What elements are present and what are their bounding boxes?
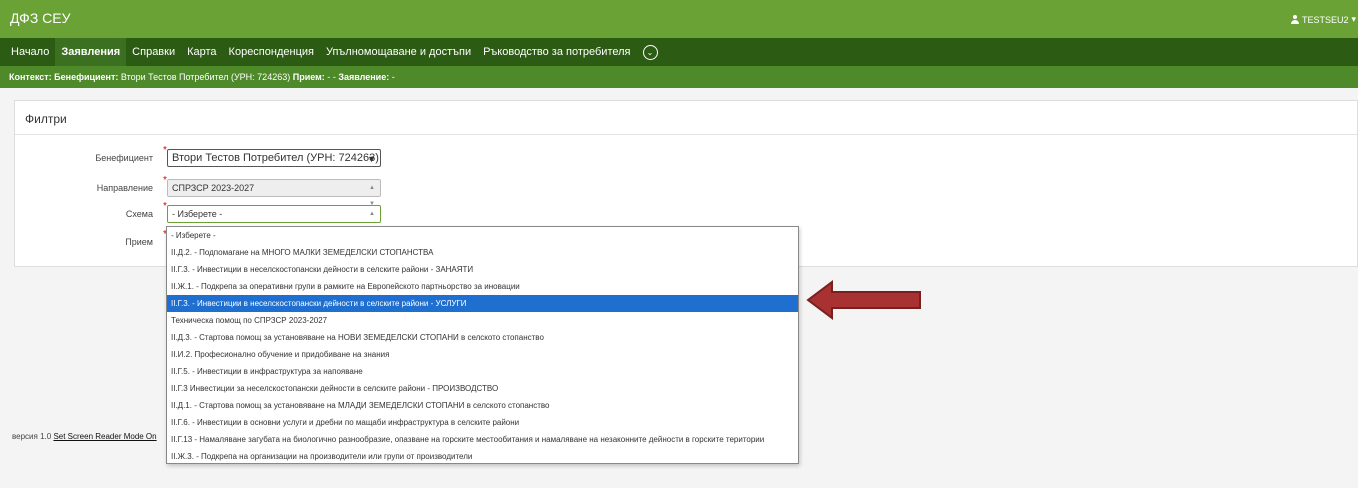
beneficiary-select-value: Втори Тестов Потребител (УРН: 724263): [172, 152, 379, 164]
nav-item-user-guide[interactable]: Ръководство за потребителя: [477, 38, 636, 66]
dropdown-option[interactable]: II.И.2. Професионално обучение и придоби…: [167, 346, 798, 363]
chevron-down-icon[interactable]: ⌄: [642, 44, 658, 60]
nav-item-authorizations[interactable]: Упълномощаване и достъпи: [320, 38, 477, 66]
user-name: TESTSEU2: [1301, 14, 1349, 25]
dropdown-option[interactable]: II.Г.3 Инвестиции за неселскостопански д…: [167, 380, 798, 397]
nav-item-correspondence[interactable]: Кореспонденция: [223, 38, 320, 66]
scheme-select-value: - Изберете -: [172, 209, 223, 219]
intake-label: Прием: [125, 237, 153, 247]
nav-item-home[interactable]: Начало: [5, 38, 55, 66]
dropdown-option[interactable]: II.Г.3. - Инвестиции в неселскостопански…: [167, 261, 798, 278]
left-arrow-annotation-icon: [806, 280, 921, 320]
context-intake-value: -: [327, 72, 331, 82]
context-prefix: Контекст:: [9, 72, 52, 82]
app-title[interactable]: ДФЗ СЕУ: [10, 10, 71, 26]
direction-label: Направление: [96, 183, 153, 193]
dropdown-option[interactable]: II.Ж.1. - Подкрепа за оперативни групи в…: [167, 278, 798, 295]
dropdown-option[interactable]: II.Ж.3. - Подкрепа на организации на про…: [167, 448, 798, 463]
dropdown-option[interactable]: II.Г.13 - Намаляване загубата на биологи…: [167, 431, 798, 448]
context-beneficiary-label: Бенефициент:: [54, 72, 119, 82]
chevron-down-icon: ▼: [367, 154, 376, 164]
direction-select[interactable]: СПРЗСР 2023-2027 ▲ ▼: [167, 179, 381, 207]
app-header: ДФЗ СЕУ TESTSEU2 ▾: [0, 0, 1358, 38]
footer: версия 1.0 Set Screen Reader Mode On: [12, 432, 157, 441]
dropdown-option[interactable]: II.Д.1. - Стартова помощ за установяване…: [167, 397, 798, 414]
caret-down-icon: ▾: [1351, 14, 1356, 24]
nav-item-map[interactable]: Карта: [181, 38, 222, 66]
nav-item-applications[interactable]: Заявления: [55, 38, 127, 66]
main-nav: Начало Заявления Справки Карта Кореспонд…: [0, 38, 1358, 66]
dropdown-option[interactable]: - Изберете -: [167, 227, 798, 244]
screen-reader-link[interactable]: Set Screen Reader Mode On: [53, 432, 156, 441]
direction-select-value: СПРЗСР 2023-2027: [172, 183, 255, 193]
beneficiary-select[interactable]: Втори Тестов Потребител (УРН: 724263) ▼: [167, 149, 381, 167]
context-intake-label: Прием:: [292, 72, 325, 82]
dropdown-option[interactable]: Техническа помощ по СПРЗСР 2023-2027: [167, 312, 798, 329]
nav-item-reports[interactable]: Справки: [126, 38, 181, 66]
user-menu[interactable]: TESTSEU2 ▾: [1290, 14, 1356, 25]
scheme-select[interactable]: - Изберете - ▲▼: [167, 205, 381, 233]
filters-title: Филтри: [15, 101, 1357, 135]
context-application-label: Заявление:: [338, 72, 390, 82]
version-label: версия 1.0: [12, 432, 52, 441]
scheme-dropdown-list[interactable]: - Изберете - II.Д.2. - Подпомагане на МН…: [166, 226, 799, 464]
dropdown-option[interactable]: II.Д.2. - Подпомагане на МНОГО МАЛКИ ЗЕМ…: [167, 244, 798, 261]
dropdown-option[interactable]: II.Г.5. - Инвестиции в инфраструктура за…: [167, 363, 798, 380]
dropdown-option-selected[interactable]: II.Г.3. - Инвестиции в неселскостопански…: [167, 295, 798, 312]
dropdown-option[interactable]: II.Г.6. - Инвестиции в основни услуги и …: [167, 414, 798, 431]
beneficiary-label: Бенефициент: [95, 153, 153, 163]
context-application-value: -: [391, 72, 395, 82]
scheme-label: Схема: [125, 209, 153, 219]
context-bar: Контекст: Бенефициент: Втори Тестов Потр…: [0, 66, 1358, 88]
dropdown-option[interactable]: II.Д.3. - Стартова помощ за установяване…: [167, 329, 798, 346]
user-icon: [1290, 15, 1299, 24]
context-beneficiary-value: Втори Тестов Потребител (УРН: 724263): [120, 72, 291, 82]
